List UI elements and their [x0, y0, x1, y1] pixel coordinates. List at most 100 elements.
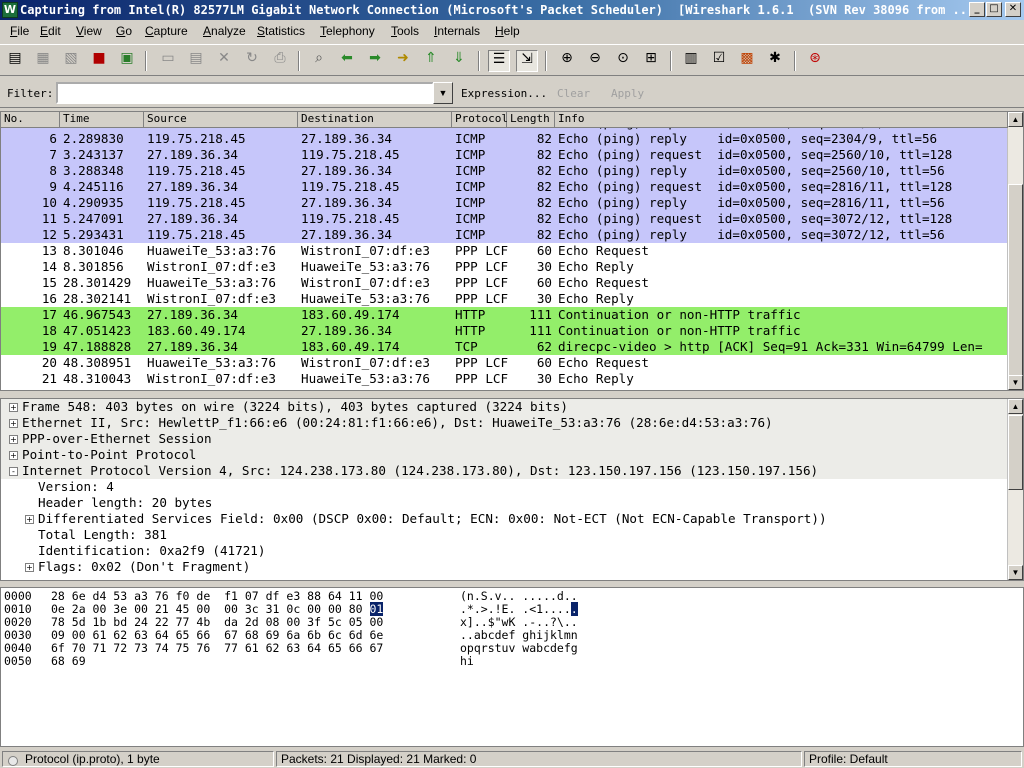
wireshark-app-icon[interactable]: W — [2, 2, 18, 18]
expression-button[interactable]: Expression... — [461, 87, 547, 100]
packet-row[interactable]: 18 47.051423 183.60.49.174 27.189.36.34 HTTP… — [1, 323, 1008, 339]
expand-icon[interactable]: + — [9, 419, 18, 428]
find-packet-icon[interactable]: ⌕ — [308, 50, 330, 72]
scroll-thumb[interactable] — [1008, 415, 1023, 490]
detail-row[interactable]: + Flags: 0x02 (Don't Fragment) — [1, 559, 1008, 575]
maximize-button[interactable]: □ — [986, 2, 1002, 17]
detail-row[interactable]: Header length: 20 bytes — [1, 495, 1008, 511]
packet-row[interactable]: 21 48.310043 WistronI_07:df:e3 HuaweiTe_53:… — [1, 371, 1008, 387]
packet-row[interactable]: 20 48.308951 HuaweiTe_53:a3:76 WistronI_07:… — [1, 355, 1008, 371]
expand-icon[interactable]: + — [9, 451, 18, 460]
expand-icon[interactable]: + — [25, 563, 34, 572]
detail-row[interactable]: Total Length: 381 — [1, 527, 1008, 543]
close-button[interactable]: ✕ — [1005, 2, 1021, 17]
detail-row[interactable]: + Frame 548: 403 bytes on wire (3224 bits… — [1, 399, 1008, 415]
packet-list-scrollbar[interactable]: ▲ ▼ — [1007, 112, 1023, 390]
detail-row[interactable]: + Point-to-Point Protocol — [1, 447, 1008, 463]
detail-row[interactable]: Identification: 0xa2f9 (41721) — [1, 543, 1008, 559]
go-back-icon[interactable]: ⬅ — [336, 50, 358, 72]
packet-row[interactable]: 9 4.245116 27.189.36.34 119.75.218.45 ICMP 82… — [1, 179, 1008, 195]
expand-icon[interactable]: + — [9, 435, 18, 444]
menu-tools[interactable]: Tools — [391, 24, 419, 38]
preferences-icon[interactable]: ✱ — [764, 50, 786, 72]
packet-row[interactable]: 12 5.293431 119.75.218.45 27.189.36.34 ICMP 8… — [1, 227, 1008, 243]
zoom-out-icon[interactable]: ⊖ — [584, 50, 606, 72]
packet-details-pane[interactable]: + Frame 548: 403 bytes on wire (3224 bits… — [0, 398, 1024, 581]
scroll-down-icon[interactable]: ▼ — [1008, 375, 1023, 390]
open-file-icon[interactable]: ▭ — [157, 50, 179, 72]
autoscroll-icon[interactable]: ⇲ — [516, 50, 538, 72]
packet-row[interactable]: 16 28.302141 WistronI_07:df:e3 HuaweiTe_53:… — [1, 291, 1008, 307]
scroll-thumb[interactable] — [1008, 184, 1023, 376]
packet-list-pane[interactable]: No. Time Source Destination Protocol Len… — [0, 111, 1024, 391]
minimize-button[interactable]: _ — [969, 2, 985, 17]
packet-row[interactable]: 8 3.288348 119.75.218.45 27.189.36.34 ICMP 82… — [1, 163, 1008, 179]
menu-help[interactable]: Help — [495, 24, 520, 38]
menu-view[interactable]: View — [76, 24, 102, 38]
expert-info-icon[interactable] — [8, 756, 18, 766]
packet-row[interactable]: 7 3.243137 27.189.36.34 119.75.218.45 ICMP 82… — [1, 147, 1008, 163]
filter-dropdown-button[interactable]: ▼ — [433, 82, 453, 104]
details-scrollbar[interactable]: ▲ ▼ — [1007, 399, 1023, 580]
go-to-packet-icon[interactable]: ➜ — [392, 50, 414, 72]
packet-row[interactable]: 15 28.301429 HuaweiTe_53:a3:76 WistronI_07:… — [1, 275, 1008, 291]
packet-row[interactable]: 19 47.188828 27.189.36.34 183.60.49.174 TCP 6… — [1, 339, 1008, 355]
menu-file[interactable]: File — [10, 24, 29, 38]
close-file-icon[interactable]: ✕ — [213, 50, 235, 72]
coloring-rules-icon[interactable]: ▩ — [736, 50, 758, 72]
stop-capture-icon[interactable]: ■ — [88, 50, 110, 72]
menu-statistics[interactable]: Statistics — [257, 24, 305, 38]
packet-bytes-pane[interactable]: 0000 28 6e d4 53 a3 76 f0 de f1 07 df e3 … — [0, 587, 1024, 747]
packet-row[interactable]: 13 8.301046 HuaweiTe_53:a3:76 WistronI_07:d… — [1, 243, 1008, 259]
restart-capture-icon[interactable]: ▣ — [116, 50, 138, 72]
expand-icon[interactable]: + — [25, 515, 34, 524]
go-forward-icon[interactable]: ➡ — [364, 50, 386, 72]
print-icon[interactable]: ⎙ — [269, 50, 291, 72]
detail-row[interactable]: + Differentiated Services Field: 0x00 (DS… — [1, 511, 1008, 527]
colorize-icon[interactable]: ☰ — [488, 50, 510, 72]
interface-list-icon[interactable]: ▤ — [4, 50, 26, 72]
detail-row[interactable]: - Internet Protocol Version 4, Src: 124.2… — [1, 463, 1008, 479]
help-icon[interactable]: ⊛ — [804, 50, 826, 72]
apply-button[interactable]: Apply — [611, 87, 644, 100]
capture-filters-icon[interactable]: ▥ — [680, 50, 702, 72]
detail-row[interactable]: + Ethernet II, Src: HewlettP_f1:66:e6 (00… — [1, 415, 1008, 431]
save-file-icon[interactable]: ▤ — [185, 50, 207, 72]
go-last-icon[interactable]: ⇓ — [448, 50, 470, 72]
column-header-protocol[interactable]: Protocol — [452, 112, 508, 128]
column-header-destination[interactable]: Destination — [298, 112, 452, 128]
collapse-icon[interactable]: - — [9, 467, 18, 476]
reload-icon[interactable]: ↻ — [241, 50, 263, 72]
column-header-no[interactable]: No. — [1, 112, 60, 128]
menu-internals[interactable]: Internals — [434, 24, 480, 38]
detail-row[interactable]: Version: 4 — [1, 479, 1008, 495]
column-header-source[interactable]: Source — [144, 112, 298, 128]
filter-input[interactable] — [56, 82, 434, 104]
column-header-info[interactable]: Info — [555, 112, 1008, 128]
display-filters-icon[interactable]: ☑ — [708, 50, 730, 72]
go-first-icon[interactable]: ⇑ — [420, 50, 442, 72]
scroll-down-icon[interactable]: ▼ — [1008, 565, 1023, 580]
expand-icon[interactable]: + — [9, 403, 18, 412]
scroll-up-icon[interactable]: ▲ — [1008, 399, 1023, 414]
menu-telephony[interactable]: Telephony — [320, 24, 375, 38]
status-profile[interactable]: Profile: Default — [804, 751, 1022, 767]
zoom-normal-icon[interactable]: ⊙ — [612, 50, 634, 72]
packet-row[interactable]: 10 4.290935 119.75.218.45 27.189.36.34 ICMP 8… — [1, 195, 1008, 211]
packet-row[interactable]: 17 46.967543 27.189.36.34 183.60.49.174 HTTP… — [1, 307, 1008, 323]
column-header-length[interactable]: Length — [507, 112, 555, 128]
menu-analyze[interactable]: Analyze — [203, 24, 246, 38]
resize-columns-icon[interactable]: ⊞ — [640, 50, 662, 72]
start-capture-icon[interactable]: ▧ — [60, 50, 82, 72]
column-header-time[interactable]: Time — [60, 112, 144, 128]
menu-capture[interactable]: Capture — [145, 24, 188, 38]
packet-row[interactable]: 6 2.289830 119.75.218.45 27.189.36.34 ICMP 82… — [1, 131, 1008, 147]
menu-go[interactable]: Go — [116, 24, 132, 38]
clear-button[interactable]: Clear — [557, 87, 590, 100]
capture-options-icon[interactable]: ▦ — [32, 50, 54, 72]
scroll-up-icon[interactable]: ▲ — [1008, 112, 1023, 127]
zoom-in-icon[interactable]: ⊕ — [556, 50, 578, 72]
menu-edit[interactable]: Edit — [40, 24, 61, 38]
packet-row[interactable]: 11 5.247091 27.189.36.34 119.75.218.45 ICMP 8… — [1, 211, 1008, 227]
packet-row[interactable]: 14 8.301856 WistronI_07:df:e3 HuaweiTe_53:a… — [1, 259, 1008, 275]
